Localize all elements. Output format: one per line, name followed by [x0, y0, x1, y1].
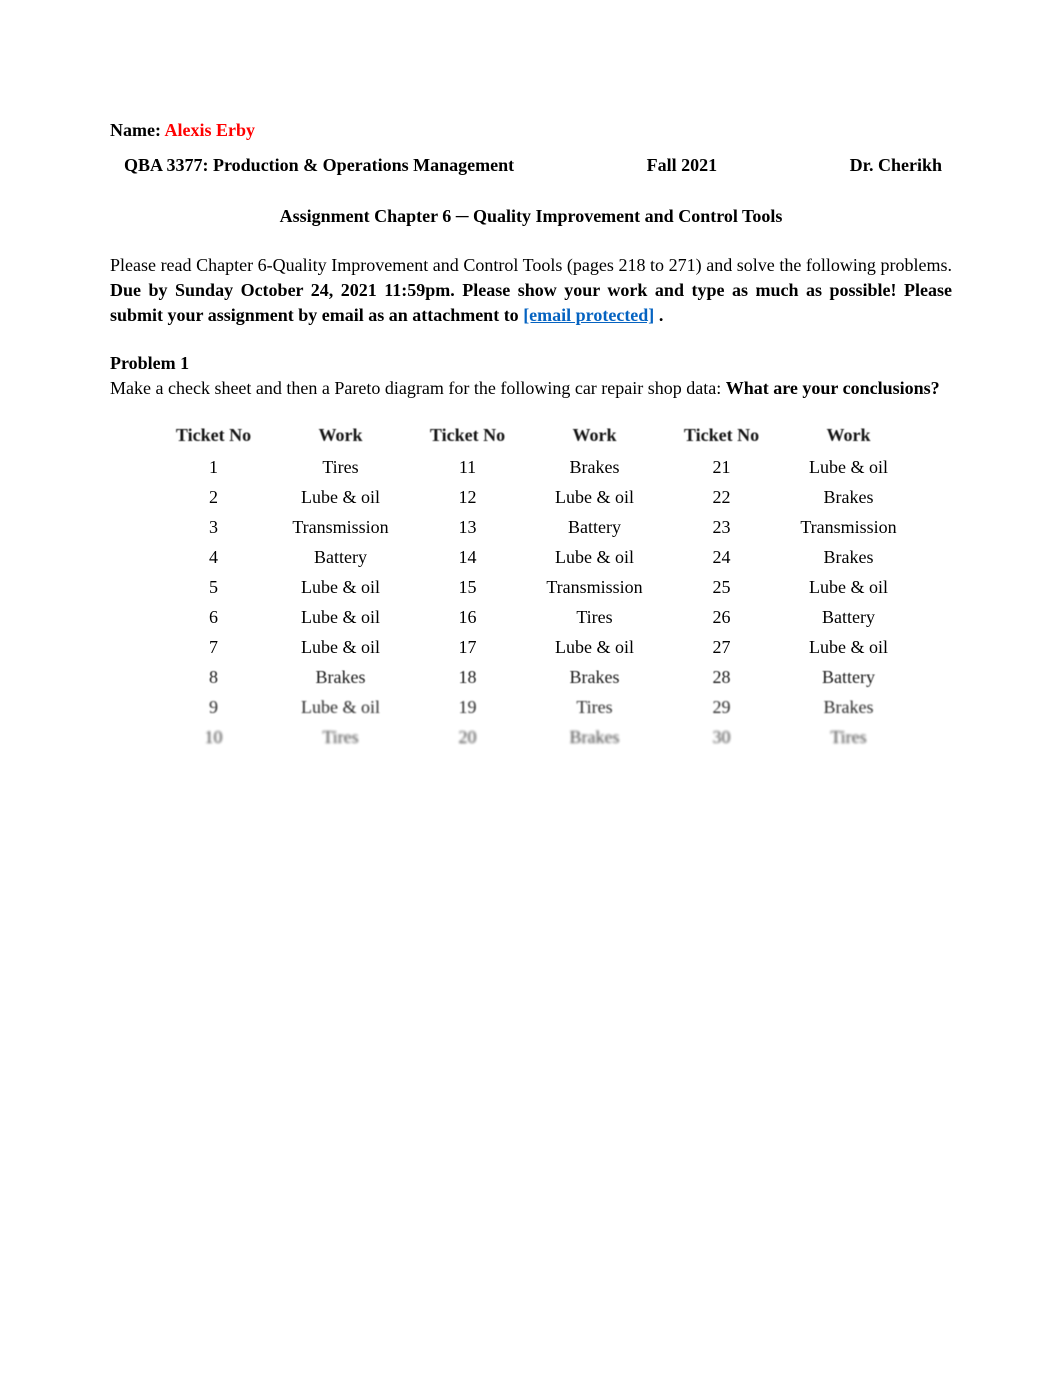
table-cell: Transmission [531, 572, 658, 602]
table-cell: 1 [150, 452, 277, 482]
table-cell: 18 [404, 662, 531, 692]
table-cell: Lube & oil [277, 692, 404, 722]
table-cell: 30 [658, 722, 785, 752]
table-cell: Lube & oil [277, 572, 404, 602]
table-cell: Lube & oil [277, 482, 404, 512]
table-cell: Transmission [785, 512, 912, 542]
name-line: Name: Alexis Erby [110, 120, 952, 141]
table-cell: 23 [658, 512, 785, 542]
problem-1-bold: What are your conclusions? [726, 378, 940, 398]
assignment-title: Assignment Chapter 6 ─ Quality Improveme… [110, 206, 952, 227]
instructions-plain: Please read Chapter 6-Quality Improvemen… [110, 255, 952, 275]
table-cell: Brakes [785, 482, 912, 512]
table-cell: Tires [531, 602, 658, 632]
table-cell: Tires [785, 722, 912, 752]
table-row: 5Lube & oil15Transmission25Lube & oil [150, 572, 912, 602]
instructions: Please read Chapter 6-Quality Improvemen… [110, 253, 952, 327]
table-row: 7Lube & oil17Lube & oil27Lube & oil [150, 632, 912, 662]
table-cell: Battery [785, 602, 912, 632]
instructions-tail: . [654, 305, 663, 325]
table-cell: Brakes [785, 692, 912, 722]
table-cell: Lube & oil [531, 482, 658, 512]
table-cell: Lube & oil [785, 452, 912, 482]
table-cell: Lube & oil [785, 632, 912, 662]
table-row: 9Lube & oil19Tires29Brakes [150, 692, 912, 722]
table-cell: 15 [404, 572, 531, 602]
name-value: Alexis Erby [164, 120, 255, 140]
table-row: 1Tires11Brakes21Lube & oil [150, 452, 912, 482]
table-cell: Tires [277, 722, 404, 752]
table-cell: 17 [404, 632, 531, 662]
table-cell: 24 [658, 542, 785, 572]
table-cell: 20 [404, 722, 531, 752]
table-cell: 12 [404, 482, 531, 512]
table-cell: 28 [658, 662, 785, 692]
problem-1-plain: Make a check sheet and then a Pareto dia… [110, 378, 726, 398]
problem-1-title: Problem 1 [110, 353, 952, 374]
table-row: 2Lube & oil12Lube & oil22Brakes [150, 482, 912, 512]
table-cell: Lube & oil [785, 572, 912, 602]
col-header-work-2: Work [531, 419, 658, 452]
table-cell: 11 [404, 452, 531, 482]
table-cell: 27 [658, 632, 785, 662]
table-cell: 26 [658, 602, 785, 632]
table-cell: Battery [277, 542, 404, 572]
table-cell: 10 [150, 722, 277, 752]
col-header-ticket-1: Ticket No [150, 419, 277, 452]
instructor: Dr. Cherikh [850, 155, 942, 176]
course-line: QBA 3377: Production & Operations Manage… [110, 155, 952, 176]
table-cell: 25 [658, 572, 785, 602]
table-cell: 7 [150, 632, 277, 662]
table-cell: Lube & oil [277, 632, 404, 662]
table-cell: 21 [658, 452, 785, 482]
table-cell: Brakes [531, 662, 658, 692]
table-row: 4Battery14Lube & oil24Brakes [150, 542, 912, 572]
col-header-ticket-2: Ticket No [404, 419, 531, 452]
table-cell: Battery [531, 512, 658, 542]
table-cell: 8 [150, 662, 277, 692]
table-cell: Transmission [277, 512, 404, 542]
name-label: Name: [110, 120, 164, 140]
col-header-ticket-3: Ticket No [658, 419, 785, 452]
repair-data-table: Ticket No Work Ticket No Work Ticket No … [150, 419, 912, 752]
table-row: 10Tires20Brakes30Tires [150, 722, 912, 752]
table-cell: Brakes [277, 662, 404, 692]
problem-1-text: Make a check sheet and then a Pareto dia… [110, 376, 952, 401]
table-cell: 9 [150, 692, 277, 722]
table-cell: 4 [150, 542, 277, 572]
table-cell: 14 [404, 542, 531, 572]
table-row: 3Transmission13Battery23Transmission [150, 512, 912, 542]
table-cell: 22 [658, 482, 785, 512]
table-row: 8Brakes18Brakes28Battery [150, 662, 912, 692]
email-link[interactable]: [email protected] [523, 305, 654, 325]
col-header-work-1: Work [277, 419, 404, 452]
table-cell: Brakes [531, 722, 658, 752]
course-title: QBA 3377: Production & Operations Manage… [124, 155, 514, 176]
table-cell: 13 [404, 512, 531, 542]
table-cell: 2 [150, 482, 277, 512]
table-cell: 6 [150, 602, 277, 632]
table-cell: Tires [277, 452, 404, 482]
table-cell: Tires [531, 692, 658, 722]
table-cell: Brakes [785, 542, 912, 572]
table-row: 6Lube & oil16Tires26Battery [150, 602, 912, 632]
table-cell: Brakes [531, 452, 658, 482]
data-table-wrapper: Ticket No Work Ticket No Work Ticket No … [110, 419, 952, 752]
table-cell: 5 [150, 572, 277, 602]
table-cell: 16 [404, 602, 531, 632]
term: Fall 2021 [647, 155, 718, 176]
table-cell: 3 [150, 512, 277, 542]
col-header-work-3: Work [785, 419, 912, 452]
table-cell: 29 [658, 692, 785, 722]
table-cell: Lube & oil [531, 542, 658, 572]
table-cell: Battery [785, 662, 912, 692]
table-cell: 19 [404, 692, 531, 722]
table-cell: Lube & oil [531, 632, 658, 662]
table-cell: Lube & oil [277, 602, 404, 632]
